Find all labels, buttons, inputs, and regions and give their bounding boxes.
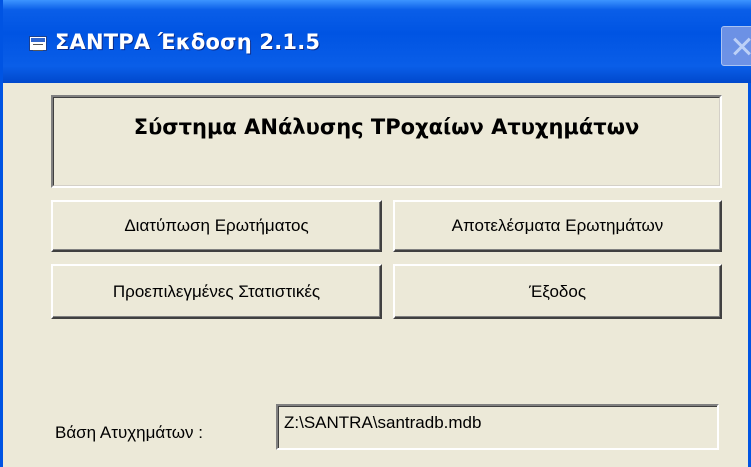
close-button[interactable] [721,26,751,66]
query-results-button[interactable]: Αποτελέσματα Ερωτημάτων [393,200,722,252]
query-design-button[interactable]: Διατύπωση Ερωτήματος [51,200,382,252]
system-title: Σύστημα ΑΝάλυσης ΤΡοχαίων Ατυχημάτων [133,115,640,139]
exit-button[interactable]: Έξοδος [393,264,722,319]
title-bar[interactable]: ΣΑΝΤΡΑ Έκδοση 2.1.5 [3,0,751,83]
access-form-icon [29,36,47,51]
main-window: ΣΑΝΤΡΑ Έκδοση 2.1.5 Σύστημα ΑΝάλυσης ΤΡο… [0,0,751,467]
database-label: Βάση Ατυχημάτων : [55,423,203,442]
predefined-stats-button[interactable]: Προεπιλεγμένες Στατιστικές [51,264,382,319]
database-path-field[interactable]: Z:\SANTRA\santradb.mdb [276,404,719,450]
window-title: ΣΑΝΤΡΑ Έκδοση 2.1.5 [55,30,321,54]
system-title-panel: Σύστημα ΑΝάλυσης ΤΡοχαίων Ατυχημάτων [51,95,722,188]
